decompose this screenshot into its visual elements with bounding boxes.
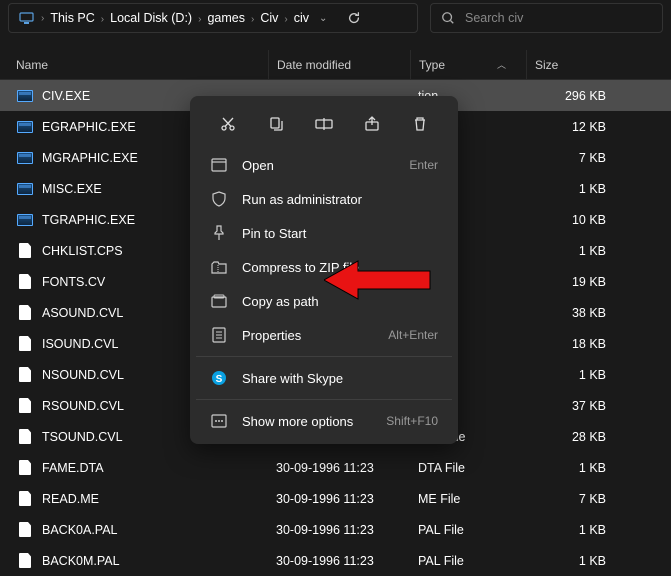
file-type: PAL File (410, 523, 526, 537)
file-icon (16, 554, 34, 568)
pc-icon (17, 9, 35, 27)
file-size: 1 KB (526, 244, 614, 258)
file-name: READ.ME (42, 492, 268, 506)
file-icon (16, 275, 34, 289)
file-size: 296 KB (526, 89, 614, 103)
file-date: 30-09-1996 11:23 (268, 492, 410, 506)
application-icon (16, 120, 34, 134)
open-icon (210, 156, 228, 174)
file-row[interactable]: FAME.DTA30-09-1996 11:23DTA File1 KB (0, 452, 671, 483)
file-name: BACK0M.PAL (42, 554, 268, 568)
file-size: 7 KB (526, 151, 614, 165)
ctx-show-more[interactable]: Show more options Shift+F10 (196, 404, 452, 438)
file-row[interactable]: READ.ME30-09-1996 11:23ME File7 KB (0, 483, 671, 514)
copy-icon[interactable] (258, 108, 294, 140)
file-size: 10 KB (526, 213, 614, 227)
application-icon (16, 151, 34, 165)
file-size: 1 KB (526, 554, 614, 568)
cut-icon[interactable] (210, 108, 246, 140)
file-size: 12 KB (526, 120, 614, 134)
share-icon[interactable] (354, 108, 390, 140)
ctx-properties[interactable]: Properties Alt+Enter (196, 318, 452, 352)
refresh-icon[interactable] (347, 11, 361, 25)
file-icon (16, 492, 34, 506)
context-menu: Open Enter Run as administrator Pin to S… (190, 96, 458, 444)
rename-icon[interactable] (306, 108, 342, 140)
file-size: 1 KB (526, 182, 614, 196)
chevron-right-icon: › (284, 14, 287, 25)
file-size: 1 KB (526, 461, 614, 475)
ctx-compress-zip[interactable]: Compress to ZIP file (196, 250, 452, 284)
ctx-share-skype[interactable]: S Share with Skype (196, 361, 452, 395)
delete-icon[interactable] (402, 108, 438, 140)
file-date: 30-09-1996 11:23 (268, 554, 410, 568)
breadcrumb[interactable]: › This PC›Local Disk (D:)›games›Civ›civ … (8, 3, 418, 33)
more-options-icon (210, 412, 228, 430)
svg-text:S: S (216, 374, 223, 385)
application-icon (16, 182, 34, 196)
breadcrumb-item[interactable]: This PC (46, 9, 98, 27)
file-icon (16, 368, 34, 382)
breadcrumb-item[interactable]: Civ (256, 9, 282, 27)
application-icon (16, 213, 34, 227)
chevron-right-icon: › (101, 14, 104, 25)
col-name[interactable]: Name (16, 58, 268, 72)
file-date: 30-09-1996 11:23 (268, 461, 410, 475)
column-headers: Name Date modified Type ︿ Size (0, 50, 671, 80)
file-icon (16, 523, 34, 537)
properties-icon (210, 326, 228, 344)
file-name: FAME.DTA (42, 461, 268, 475)
zip-icon (210, 258, 228, 276)
col-date[interactable]: Date modified (268, 50, 410, 79)
file-row[interactable]: BACK0M.PAL30-09-1996 11:23PAL File1 KB (0, 545, 671, 576)
file-icon (16, 244, 34, 258)
breadcrumb-item[interactable]: civ (290, 9, 313, 27)
file-row[interactable]: BACK0A.PAL30-09-1996 11:23PAL File1 KB (0, 514, 671, 545)
file-icon (16, 461, 34, 475)
file-size: 19 KB (526, 275, 614, 289)
search-icon (441, 11, 455, 25)
chevron-down-icon[interactable]: ⌄ (319, 13, 327, 24)
file-date: 30-09-1996 11:23 (268, 523, 410, 537)
file-icon (16, 430, 34, 444)
breadcrumb-item[interactable]: Local Disk (D:) (106, 9, 196, 27)
file-icon (16, 399, 34, 413)
chevron-right-icon: › (41, 13, 44, 24)
chevron-right-icon: › (251, 14, 254, 25)
file-size: 7 KB (526, 492, 614, 506)
file-name: BACK0A.PAL (42, 523, 268, 537)
ctx-copy-as-path[interactable]: Copy as path (196, 284, 452, 318)
breadcrumb-item[interactable]: games (203, 9, 249, 27)
copy-path-icon (210, 292, 228, 310)
file-icon (16, 306, 34, 320)
file-type: PAL File (410, 554, 526, 568)
col-type[interactable]: Type ︿ (410, 50, 526, 79)
col-size[interactable]: Size (526, 50, 626, 79)
chevron-up-icon: ︿ (497, 58, 506, 71)
file-icon (16, 337, 34, 351)
shield-icon (210, 190, 228, 208)
file-size: 37 KB (526, 399, 614, 413)
ctx-run-admin[interactable]: Run as administrator (196, 182, 452, 216)
chevron-right-icon: › (198, 14, 201, 25)
application-icon (16, 89, 34, 103)
file-size: 1 KB (526, 523, 614, 537)
search-input[interactable]: Search civ (430, 3, 663, 33)
file-size: 18 KB (526, 337, 614, 351)
ctx-pin-start[interactable]: Pin to Start (196, 216, 452, 250)
pin-icon (210, 224, 228, 242)
file-size: 28 KB (526, 430, 614, 444)
skype-icon: S (210, 369, 228, 387)
file-size: 1 KB (526, 368, 614, 382)
ctx-open[interactable]: Open Enter (196, 148, 452, 182)
file-type: DTA File (410, 461, 526, 475)
file-type: ME File (410, 492, 526, 506)
file-size: 38 KB (526, 306, 614, 320)
search-placeholder: Search civ (465, 11, 523, 25)
